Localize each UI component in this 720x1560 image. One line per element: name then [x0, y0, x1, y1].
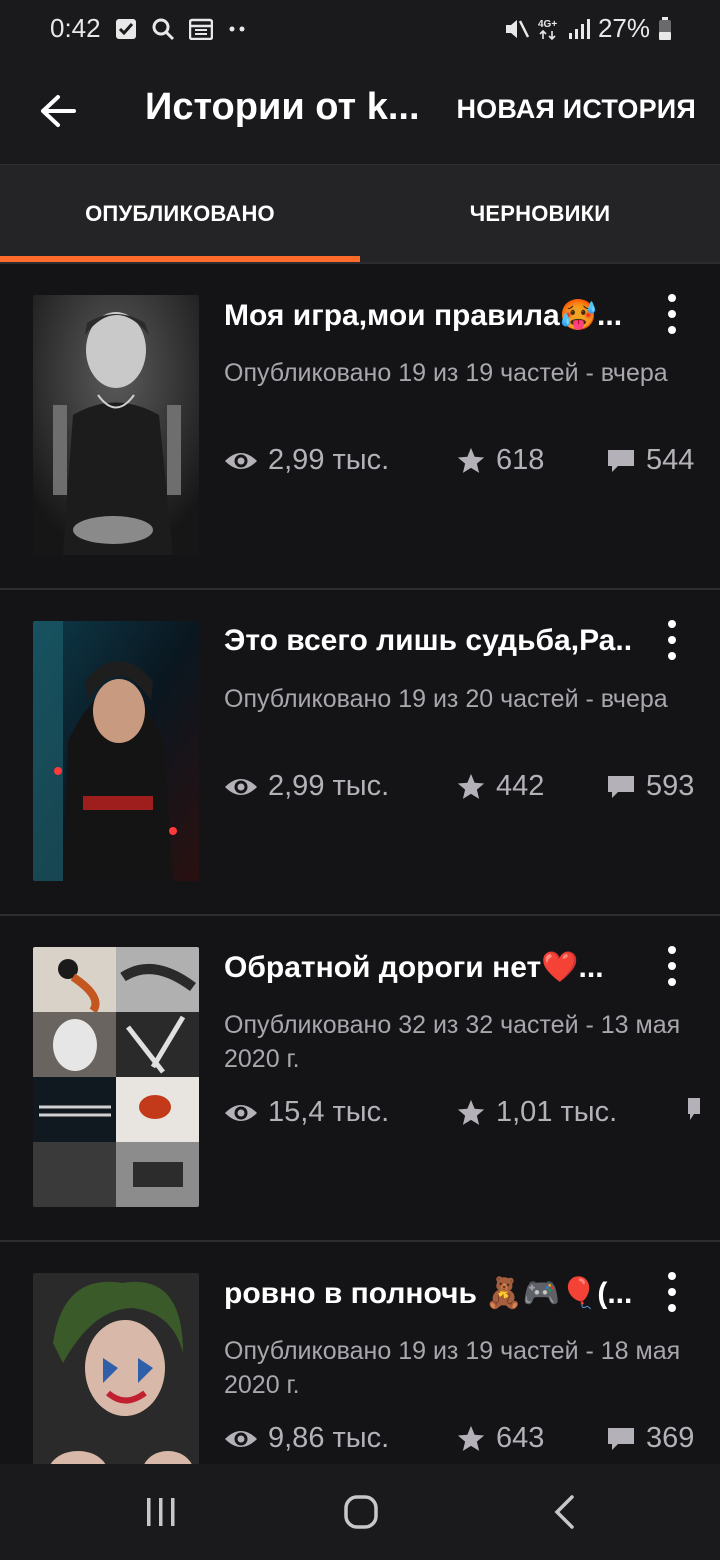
- story-title[interactable]: ровно в полночь 🧸🎮🎈(...: [224, 1276, 632, 1311]
- views-count: 9,86 тыс.: [268, 1422, 390, 1454]
- system-nav-bar: [0, 1464, 720, 1560]
- story-title[interactable]: Это всего лишь судьба,Ра...: [224, 624, 634, 658]
- eye-icon: [225, 1104, 257, 1121]
- votes-count: 442: [496, 770, 545, 802]
- back-button[interactable]: [34, 88, 80, 134]
- tab-published[interactable]: ОПУБЛИКОВАНО: [0, 165, 360, 263]
- story-stats: 2,99 тыс. 442 593: [224, 770, 720, 810]
- story-stats: 15,4 тыс. 1,01 тыс.: [224, 1096, 720, 1136]
- back-nav-button[interactable]: [540, 1492, 588, 1532]
- eye-icon: [225, 452, 257, 469]
- story-cover[interactable]: [33, 947, 199, 1207]
- story-card[interactable]: Обратной дороги нет❤️... Опубликовано 32…: [0, 914, 720, 1242]
- more-dots-icon: [227, 24, 247, 34]
- story-card[interactable]: Моя игра,мои правила🥵... Опубликовано 19…: [0, 262, 720, 590]
- story-cover[interactable]: [33, 1273, 199, 1466]
- views-count: 2,99 тыс.: [268, 444, 390, 476]
- story-menu-button[interactable]: [656, 292, 688, 336]
- comment-icon: [608, 775, 634, 798]
- back-arrow-icon: [41, 95, 76, 127]
- story-menu-button[interactable]: [656, 944, 688, 988]
- back-chevron-icon: [554, 1495, 574, 1529]
- story-menu-button[interactable]: [656, 1270, 688, 1314]
- story-cover[interactable]: [33, 295, 199, 555]
- battery-percent: 27%: [597, 13, 650, 43]
- star-icon: [457, 773, 485, 799]
- new-story-button[interactable]: НОВАЯ ИСТОРИЯ: [456, 94, 696, 125]
- comments-count: 593: [646, 770, 695, 802]
- votes-count: 643: [496, 1422, 545, 1454]
- star-icon: [457, 1425, 485, 1451]
- recent-apps-icon: [147, 1498, 175, 1526]
- views-count: 2,99 тыс.: [268, 770, 390, 802]
- tab-bar: ОПУБЛИКОВАНО ЧЕРНОВИКИ: [0, 164, 720, 263]
- star-icon: [457, 1099, 485, 1125]
- page-title: Истории от k...: [145, 86, 420, 128]
- home-button[interactable]: [337, 1492, 385, 1532]
- mute-icon: [504, 17, 530, 41]
- comments-count: 369: [646, 1422, 695, 1454]
- story-stats: 9,86 тыс. 643 369: [224, 1422, 720, 1462]
- app-bar: Истории от k... НОВАЯ ИСТОРИЯ: [0, 58, 720, 164]
- views-count: 15,4 тыс.: [268, 1096, 390, 1128]
- battery-icon: [658, 16, 672, 41]
- tab-drafts[interactable]: ЧЕРНОВИКИ: [360, 165, 720, 263]
- votes-count: 618: [496, 444, 545, 476]
- story-meta: Опубликовано 19 из 19 частей - вчера: [224, 359, 668, 387]
- story-meta: Опубликовано 19 из 19 частей - 18 мая 20…: [224, 1337, 681, 1399]
- story-menu-button[interactable]: [656, 618, 688, 662]
- status-bar: 0:42 4G+ 27%: [0, 0, 720, 58]
- signal-icon: [568, 18, 590, 40]
- status-time: 0:42: [50, 13, 101, 43]
- comments-count: 544: [646, 444, 695, 476]
- checkbox-icon: [115, 18, 137, 40]
- story-meta: Опубликовано 32 из 32 частей - 13 мая 20…: [224, 1011, 681, 1073]
- story-meta: Опубликовано 19 из 20 частей - вчера: [224, 685, 668, 713]
- home-icon: [344, 1495, 378, 1529]
- eye-icon: [225, 1430, 257, 1447]
- star-icon: [457, 447, 485, 473]
- story-cover[interactable]: [33, 621, 199, 881]
- story-card[interactable]: ровно в полночь 🧸🎮🎈(... Опубликовано 19 …: [0, 1240, 720, 1466]
- eye-icon: [225, 778, 257, 795]
- 4g-icon: 4G+: [538, 17, 560, 41]
- story-title[interactable]: Обратной дороги нет❤️...: [224, 950, 604, 985]
- story-card[interactable]: Это всего лишь судьба,Ра... Опубликовано…: [0, 588, 720, 916]
- story-title[interactable]: Моя игра,мои правила🥵...: [224, 298, 622, 333]
- story-stats: 2,99 тыс. 618 544: [224, 444, 720, 484]
- comment-icon: [608, 1427, 634, 1450]
- votes-count: 1,01 тыс.: [496, 1096, 618, 1128]
- recent-apps-button[interactable]: [137, 1492, 185, 1532]
- search-icon: [151, 17, 175, 41]
- svg-text:4G+: 4G+: [538, 19, 557, 30]
- calendar-icon: [188, 18, 213, 40]
- comment-icon: [688, 1098, 700, 1120]
- comment-icon: [608, 449, 634, 472]
